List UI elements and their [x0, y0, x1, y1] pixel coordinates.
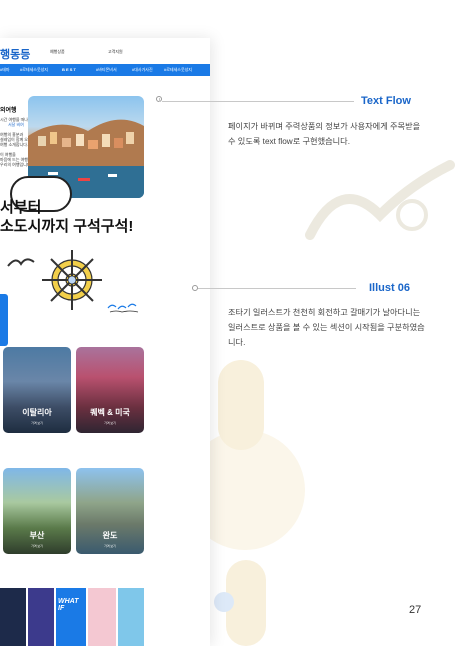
- card-sub: 가격 보기: [31, 421, 43, 425]
- card-title: 완도: [102, 531, 118, 540]
- strip-photo[interactable]: WHAT IF: [56, 588, 86, 646]
- site-nav: #테마 #로테세스웃성지 B E S T #바티몬비서 #대사가사진 #로테세스…: [0, 64, 210, 76]
- card-title: 부산: [29, 531, 45, 540]
- strip-photo[interactable]: [88, 588, 116, 646]
- card-title: 이탈리아: [22, 408, 52, 417]
- strip-caption: WHAT IF: [58, 598, 79, 612]
- card-sub: 가격 보기: [104, 544, 116, 548]
- nav-item[interactable]: #로테세스웃성지: [20, 67, 48, 73]
- seagull-flock-icon: [107, 303, 139, 313]
- nav-item[interactable]: #대사가사진: [132, 67, 153, 73]
- bottom-photo-strip: WHAT IF: [0, 588, 210, 646]
- side-line: 우리의 여행입니다.: [0, 162, 32, 167]
- background-seagull-icon: [305, 160, 455, 240]
- product-card-quebec[interactable]: 퀘벡 & 미국 가격 보기: [76, 347, 144, 433]
- callout-line: [198, 288, 356, 289]
- nav-item-best[interactable]: B E S T: [62, 67, 76, 72]
- callout-line-vertical: [159, 98, 160, 102]
- card-sub: 가격 보기: [104, 421, 116, 425]
- annotation-description: 조타기 일러스트가 천천히 회전하고 갈매기가 날아다니는 일러스트로 상품을 …: [228, 308, 425, 347]
- hero-line-1: 서부터: [0, 199, 42, 216]
- hero-line-2: 소도시까지 구석구석!: [0, 218, 134, 235]
- nav-item[interactable]: #테마: [0, 67, 10, 73]
- website-screenshot: 행동등 예행상품 고객지원 #테마 #로테세스웃성지 B E S T #바티몬비…: [0, 38, 210, 646]
- strip-photo[interactable]: [118, 588, 144, 646]
- callout-line: [162, 101, 354, 102]
- annotation-description: 페이지가 바뀌며 주력상품의 정보가 사용자에게 주목받을 수 있도록 text…: [228, 122, 421, 146]
- product-card-italy[interactable]: 이탈리아 가격 보기: [3, 347, 71, 433]
- site-header: 행동등 예행상품 고객지원: [0, 38, 210, 64]
- nav-item[interactable]: #로테세스웃성지: [164, 67, 192, 73]
- background-wheel-spoke: [218, 360, 264, 450]
- card-title: 퀘벡 & 미국: [90, 408, 130, 417]
- annotation-title: Illust 06: [369, 282, 410, 294]
- top-link-support[interactable]: 고객지원: [108, 49, 123, 55]
- side-title: 외여행: [0, 108, 17, 114]
- strip-photo[interactable]: [28, 588, 54, 646]
- site-logo[interactable]: 행동등: [0, 46, 30, 62]
- side-line: 서달 비여: [8, 122, 24, 127]
- top-link-products[interactable]: 예행상품: [50, 49, 65, 55]
- nav-item[interactable]: #바티몬비서: [96, 67, 117, 73]
- background-ring: [214, 592, 234, 612]
- card-sub: 가격 보기: [31, 544, 43, 548]
- annotation-title: Text Flow: [361, 95, 411, 107]
- ship-wheel-icon: [42, 250, 102, 310]
- blue-tab: [0, 294, 8, 346]
- seagull-icon: [7, 258, 35, 267]
- page-number: 27: [409, 604, 422, 616]
- product-card-wando[interactable]: 완도 가격 보기: [76, 468, 144, 554]
- side-line: 여행 소개합니다.: [0, 142, 28, 147]
- strip-photo[interactable]: [0, 588, 26, 646]
- product-card-busan[interactable]: 부산 가격 보기: [3, 468, 71, 554]
